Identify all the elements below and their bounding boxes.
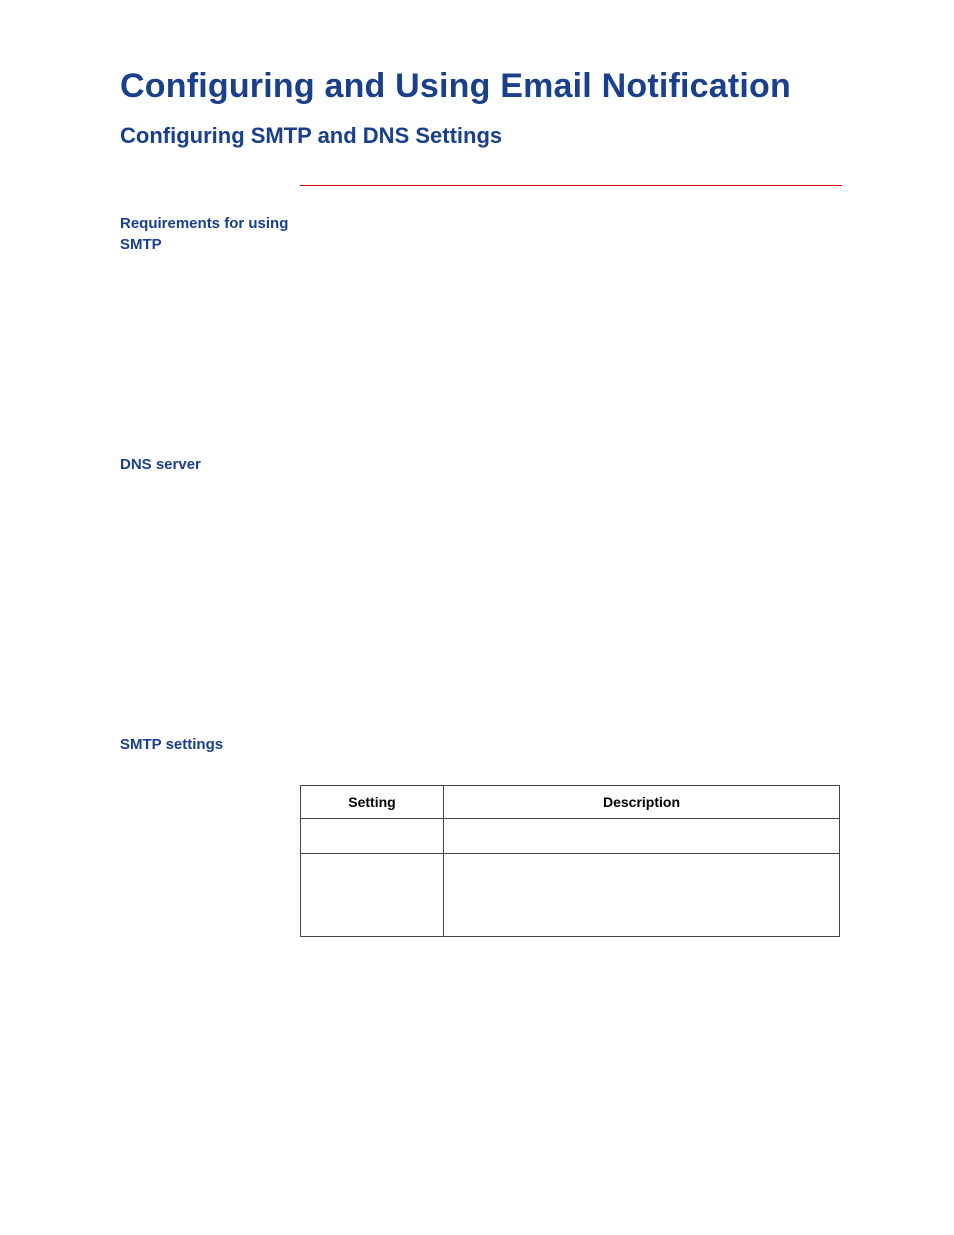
table-header-description: Description bbox=[444, 786, 840, 819]
table-header-row: Setting Description bbox=[301, 786, 840, 819]
side-heading-requirements: Requirements for using SMTP bbox=[120, 214, 290, 255]
page-title: Configuring and Using Email Notification bbox=[120, 68, 842, 105]
side-heading-smtp: SMTP settings bbox=[120, 735, 290, 755]
document-page: Configuring and Using Email Notification… bbox=[0, 0, 954, 1235]
table-cell-description bbox=[444, 854, 840, 937]
table-header-setting: Setting bbox=[301, 786, 444, 819]
table-cell-setting bbox=[301, 819, 444, 854]
smtp-settings-table-container: Setting Description bbox=[300, 785, 842, 937]
table-cell-setting bbox=[301, 854, 444, 937]
table-cell-description bbox=[444, 819, 840, 854]
side-heading-dns: DNS server bbox=[120, 455, 290, 475]
table-row bbox=[301, 854, 840, 937]
smtp-settings-table: Setting Description bbox=[300, 785, 840, 937]
divider-rule bbox=[300, 185, 842, 186]
table-row bbox=[301, 819, 840, 854]
section-heading: Configuring SMTP and DNS Settings bbox=[120, 123, 842, 149]
